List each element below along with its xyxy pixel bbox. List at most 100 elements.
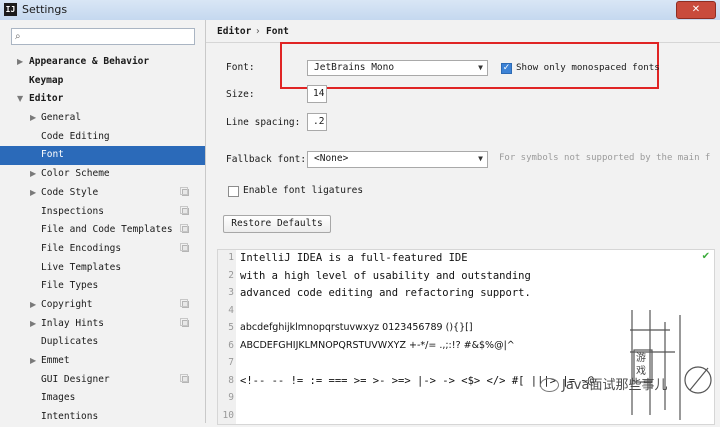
- font-label: Font:: [226, 62, 255, 73]
- breadcrumb-current: Font: [266, 26, 289, 37]
- sidebar-item-label: File and Code Templates: [41, 224, 173, 236]
- app-icon: IJ: [4, 3, 17, 16]
- sidebar-item-label: Intentions: [41, 411, 99, 423]
- chevron-right-icon[interactable]: ▶: [30, 315, 36, 334]
- sidebar-item-label: Editor: [29, 93, 64, 105]
- preview-line-text: with a high level of usability and outst…: [240, 269, 531, 282]
- sidebar-item-copyright[interactable]: ▶ Copyright: [0, 296, 205, 315]
- sidebar-item-label: Duplicates: [41, 336, 99, 348]
- sidebar-item-general[interactable]: ▶ General: [0, 109, 205, 128]
- line-number: 7: [228, 357, 234, 368]
- sidebar-item-file-types[interactable]: File Types: [0, 277, 205, 296]
- sidebar-item-label: File Types: [41, 280, 99, 292]
- sidebar-item-intentions[interactable]: Intentions: [0, 408, 205, 427]
- sidebar-item-inspections[interactable]: Inspections: [0, 203, 205, 222]
- sidebar-item-label: Images: [41, 392, 76, 404]
- sidebar-item-label: GUI Designer: [41, 373, 110, 385]
- line-number: 3: [228, 287, 234, 298]
- watermark: 游戏 Java面试那些事儿: [540, 300, 720, 423]
- sidebar-item-label: Appearance & Behavior: [29, 56, 150, 67]
- sidebar-item-label: Inspections: [41, 205, 104, 217]
- sidebar-item-inlay-hints[interactable]: ▶ Inlay Hints: [0, 315, 205, 334]
- preview-line: 1 IntelliJ IDEA is a full-featured IDE: [218, 252, 714, 270]
- sidebar-item-images[interactable]: Images: [0, 389, 205, 408]
- sidebar-item-label: Keymap: [29, 74, 64, 86]
- settings-sidebar: ⌕ ▶ Appearance & Behavior Keymap ▼ Editor ▶ Ge…: [0, 20, 206, 423]
- restore-defaults-button[interactable]: Restore Defaults: [223, 215, 331, 233]
- sidebar-item-label: File Encodings: [41, 242, 122, 254]
- preview-line-text: advanced code editing and refactoring su…: [240, 287, 531, 299]
- line-number: 4: [228, 304, 234, 316]
- title-bar: IJ Settings ✕: [0, 0, 720, 21]
- sidebar-item-label: Code Editing: [41, 130, 110, 142]
- sidebar-item-font[interactable]: Font: [0, 146, 205, 166]
- breadcrumb-parent[interactable]: Editor: [217, 26, 251, 37]
- sidebar-item-color-scheme[interactable]: ▶ Color Scheme: [0, 165, 205, 184]
- sidebar-item-gui-designer[interactable]: GUI Designer: [0, 371, 205, 390]
- window-title: Settings: [22, 3, 68, 16]
- fallback-label: Fallback font:: [226, 154, 307, 165]
- sidebar-item-live-templates[interactable]: Live Templates: [0, 259, 205, 278]
- sidebar-item-label: Inlay Hints: [41, 317, 104, 329]
- line-spacing-field[interactable]: .2: [307, 113, 327, 131]
- preview-line-text: abcdefghijklmnopqrstuvwxyz 0123456789 ()…: [240, 322, 473, 333]
- sidebar-item-appearance-behavior[interactable]: ▶ Appearance & Behavior: [0, 53, 205, 72]
- preview-line-text: ABCDEFGHIJKLMNOPQRSTUVWXYZ +-*/= .,;:!? …: [240, 339, 515, 351]
- line-number: 5: [228, 322, 234, 333]
- size-field[interactable]: 14: [307, 85, 327, 103]
- chevron-right-icon[interactable]: ▶: [30, 109, 36, 128]
- ligatures-checkbox[interactable]: [228, 186, 239, 197]
- preview-line-text: IntelliJ IDEA is a full-featured IDE: [240, 252, 468, 264]
- sidebar-item-editor[interactable]: ▼ Editor: [0, 90, 205, 109]
- chevron-right-icon[interactable]: ▶: [30, 296, 36, 315]
- line-number: 1: [228, 252, 234, 263]
- watermark-text: Java面试那些事儿: [562, 378, 668, 393]
- breadcrumb-separator: ›: [256, 26, 260, 37]
- fallback-select-value: <None>: [314, 153, 349, 164]
- sidebar-item-code-style[interactable]: ▶ Code Style: [0, 184, 205, 203]
- sidebar-item-emmet[interactable]: ▶ Emmet: [0, 352, 205, 371]
- font-select-value: JetBrains Mono: [314, 62, 395, 73]
- size-label: Size:: [226, 89, 255, 100]
- chevron-down-icon[interactable]: ▼: [17, 90, 23, 109]
- chevron-down-icon: ▼: [478, 63, 483, 72]
- font-select[interactable]: JetBrains Mono ▼: [307, 60, 488, 76]
- sidebar-item-label: General: [41, 112, 82, 124]
- line-number: 8: [228, 374, 234, 386]
- settings-tree: ▶ Appearance & Behavior Keymap ▼ Editor ▶ Gene…: [0, 53, 205, 427]
- search-input[interactable]: [28, 30, 192, 45]
- search-box[interactable]: ⌕: [11, 28, 195, 45]
- monospaced-checkbox[interactable]: ✓: [501, 63, 512, 74]
- chevron-right-icon[interactable]: ▶: [30, 165, 36, 184]
- monospaced-label: Show only monospaced fonts: [516, 62, 660, 73]
- line-number: 6: [228, 339, 234, 351]
- ligatures-label: Enable font ligatures: [243, 185, 364, 196]
- project-scope-icon: [180, 298, 189, 308]
- sidebar-item-duplicates[interactable]: Duplicates: [0, 333, 205, 352]
- chevron-right-icon[interactable]: ▶: [30, 184, 36, 203]
- line-number: 9: [228, 392, 234, 403]
- project-scope-icon: [180, 224, 189, 234]
- sidebar-item-label: Live Templates: [41, 261, 122, 273]
- fallback-hint: For symbols not supported by the main f: [499, 153, 711, 163]
- search-icon: ⌕: [15, 31, 21, 42]
- chevron-right-icon[interactable]: ▶: [17, 53, 23, 72]
- chevron-right-icon[interactable]: ▶: [30, 352, 36, 371]
- project-scope-icon: [180, 373, 189, 383]
- fallback-select[interactable]: <None> ▼: [307, 151, 488, 168]
- sidebar-item-keymap[interactable]: Keymap: [0, 72, 205, 91]
- project-scope-icon: [180, 317, 189, 327]
- sidebar-item-file-and-code-templates[interactable]: File and Code Templates: [0, 221, 205, 240]
- sidebar-item-file-encodings[interactable]: File Encodings: [0, 240, 205, 259]
- project-scope-icon: [180, 242, 189, 252]
- sidebar-item-label: Copyright: [41, 298, 93, 310]
- project-scope-icon: [180, 205, 189, 215]
- sidebar-item-label: Color Scheme: [41, 168, 110, 180]
- close-button[interactable]: ✕: [676, 1, 716, 19]
- line-number: 10: [222, 409, 234, 421]
- wechat-icon: [540, 378, 559, 392]
- line-spacing-label: Line spacing:: [226, 117, 301, 128]
- chevron-down-icon: ▼: [478, 154, 483, 163]
- preview-line: 2 with a high level of usability and outs…: [218, 270, 714, 288]
- sidebar-item-code-editing[interactable]: Code Editing: [0, 128, 205, 147]
